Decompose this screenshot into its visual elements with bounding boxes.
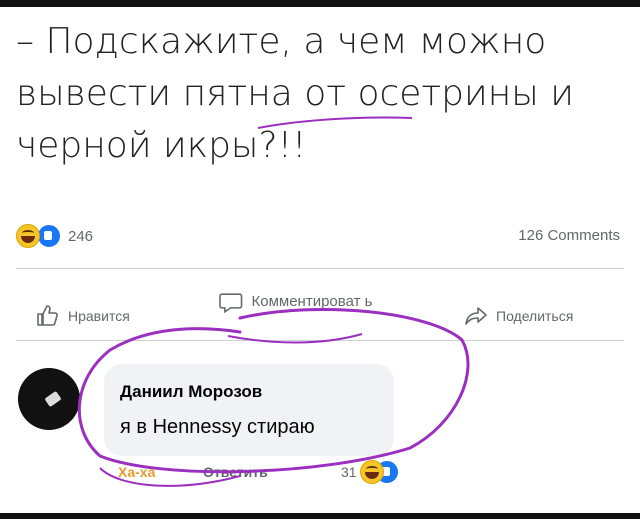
- thumb-up-icon: [37, 305, 58, 326]
- comment-text: я в Hennessy стираю: [120, 416, 315, 438]
- underline-stroke: [227, 333, 363, 344]
- reaction-summary[interactable]: 246: [16, 222, 93, 250]
- comment-reaction-count: 31: [341, 464, 357, 480]
- comment-button[interactable]: Комментироват ь: [218, 290, 428, 314]
- comment-icon: [219, 293, 243, 314]
- avatar-image-detail: [44, 390, 62, 408]
- comment-bubble: Даниил Морозов я в Hennessy стираю: [104, 364, 394, 456]
- comment-author[interactable]: Даниил Морозов: [120, 382, 262, 402]
- top-dark-strip: [0, 0, 640, 7]
- laugh-emoji-icon: [16, 224, 40, 248]
- share-button[interactable]: Поделиться: [464, 304, 573, 328]
- comments-count-link[interactable]: 126 Comments: [518, 227, 620, 244]
- reaction-count: 246: [68, 227, 94, 245]
- share-label: Поделиться: [496, 308, 574, 324]
- share-arrow-icon: [465, 307, 487, 325]
- comment-label: Комментироват ь: [251, 293, 373, 310]
- post-action-bar: Нравится Комментироват ь Поделиться: [0, 286, 640, 330]
- like-label: Нравится: [68, 308, 130, 324]
- divider: [16, 340, 624, 341]
- avatar[interactable]: [18, 368, 80, 430]
- bottom-dark-strip: [0, 513, 640, 519]
- divider: [16, 268, 624, 269]
- haha-reaction-link[interactable]: Ха-ха: [118, 464, 155, 480]
- laugh-emoji-icon: [360, 460, 384, 484]
- post-text: – Подскажите, а чем можно вывести пятна …: [16, 21, 574, 166]
- comment: Даниил Морозов я в Hennessy стираю Ха-ха…: [0, 350, 640, 519]
- like-button[interactable]: Нравится: [36, 304, 130, 328]
- reply-link[interactable]: Ответить: [203, 464, 268, 480]
